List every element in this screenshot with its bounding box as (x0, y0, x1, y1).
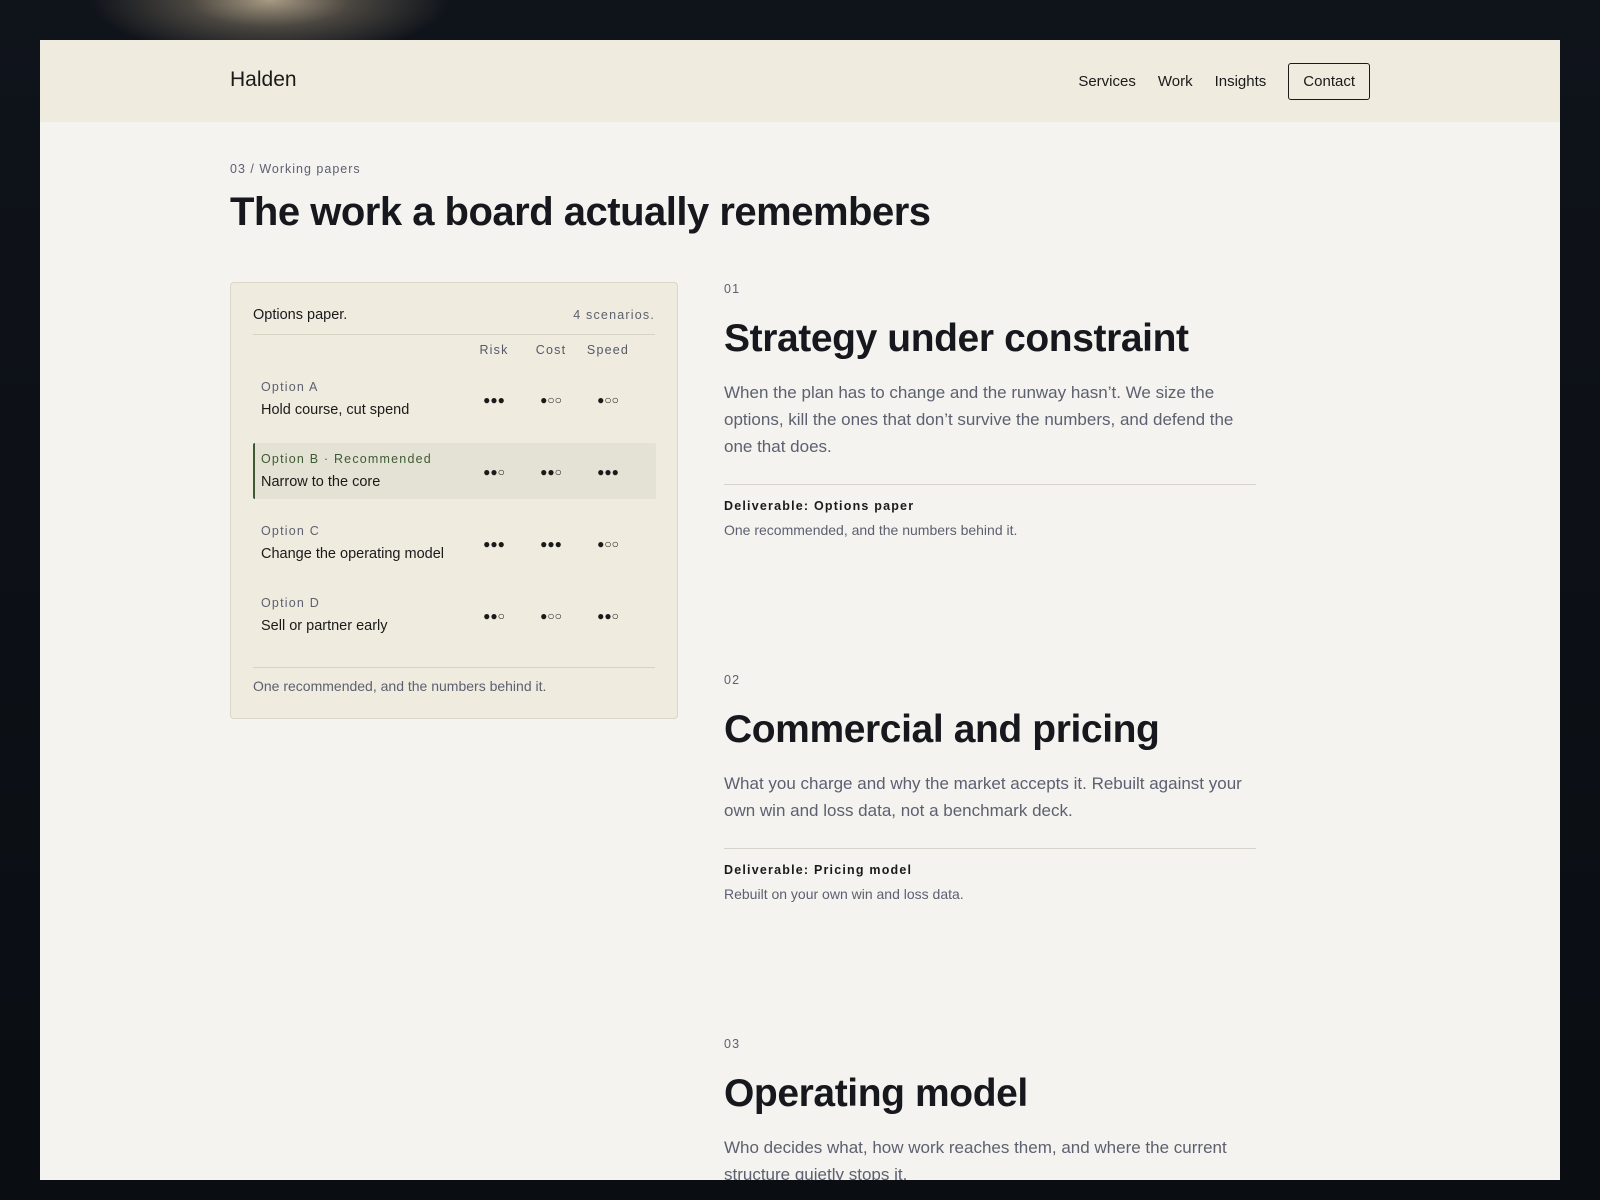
option-label: Option D (261, 596, 320, 610)
options-paper-card: Options paper. 4 scenarios. Risk Cost Sp… (230, 282, 678, 719)
deliverable-desc: Rebuilt on your own win and loss data. (724, 886, 964, 902)
service-number: 01 (724, 282, 741, 296)
speed-rating: ●○○ (597, 537, 619, 551)
service-operating: 03 Operating model Who decides what, how… (724, 1037, 1256, 1180)
card-footer: One recommended, and the numbers behind … (253, 667, 655, 694)
divider (724, 484, 1256, 485)
column-risk: Risk (479, 343, 509, 357)
option-row-a: Option A Hold course, cut spend ●●● ●○○ … (253, 371, 656, 427)
service-body: When the plan has to change and the runw… (724, 383, 1234, 456)
page-title: The work a board actually remembers (230, 190, 931, 234)
divider (724, 848, 1256, 849)
scenario-count: 4 scenarios. (573, 308, 655, 322)
column-cost: Cost (535, 343, 567, 357)
contact-button[interactable]: Contact (1288, 63, 1370, 100)
card-title: Options paper. (253, 307, 348, 323)
option-label: Option A (261, 380, 319, 394)
column-speed: Speed (586, 343, 630, 357)
risk-rating: ●●● (483, 537, 505, 551)
option-label: Option B · Recommended (261, 452, 432, 466)
risk-rating: ●●● (483, 393, 505, 407)
option-row-c: Option C Change the operating model ●●● … (253, 515, 656, 571)
option-label: Option C (261, 524, 320, 538)
brand-logo[interactable]: Halden (230, 68, 297, 92)
service-title: Commercial and pricing (724, 708, 1160, 751)
top-bar: Halden Services Work Insights Contact (40, 40, 1560, 122)
service-title: Strategy under constraint (724, 317, 1189, 360)
cost-rating: ●○○ (540, 393, 562, 407)
option-desc: Hold course, cut spend (261, 402, 410, 418)
card-header: Options paper. 4 scenarios. (253, 307, 655, 335)
deliverable-label: Deliverable: Options paper (724, 499, 915, 513)
risk-rating: ●●○ (483, 609, 505, 623)
option-desc: Narrow to the core (261, 474, 381, 490)
cost-rating: ●●○ (540, 465, 562, 479)
service-title: Operating model (724, 1072, 1028, 1115)
service-number: 03 (724, 1037, 741, 1051)
service-strategy: 01 Strategy under constraint When the pl… (724, 282, 1256, 538)
deliverable-desc: One recommended, and the numbers behind … (724, 522, 1018, 538)
speed-rating: ●○○ (597, 393, 619, 407)
nav-insights[interactable]: Insights (1215, 73, 1267, 90)
option-row-d: Option D Sell or partner early ●●○ ●○○ ●… (253, 587, 656, 643)
risk-rating: ●●○ (483, 465, 505, 479)
service-commercial: 02 Commercial and pricing What you charg… (724, 673, 1256, 902)
option-desc: Sell or partner early (261, 618, 388, 634)
service-body: Who decides what, how work reaches them,… (724, 1138, 1227, 1180)
speed-rating: ●●● (597, 465, 619, 479)
service-body: What you charge and why the market accep… (724, 774, 1242, 820)
option-desc: Change the operating model (261, 546, 444, 562)
service-number: 02 (724, 673, 741, 687)
column-headers: Risk Cost Speed (253, 343, 655, 363)
section-eyebrow: 03 / Working papers (230, 162, 361, 176)
option-row-b: Option B · Recommended Narrow to the cor… (253, 443, 656, 499)
main-nav: Services Work Insights Contact (1056, 63, 1370, 100)
cost-rating: ●○○ (540, 609, 562, 623)
deliverable-label: Deliverable: Pricing model (724, 863, 913, 877)
nav-work[interactable]: Work (1158, 73, 1193, 90)
cost-rating: ●●● (540, 537, 562, 551)
speed-rating: ●●○ (597, 609, 619, 623)
nav-services[interactable]: Services (1078, 73, 1136, 90)
page-frame: Halden Services Work Insights Contact 03… (40, 40, 1560, 1180)
